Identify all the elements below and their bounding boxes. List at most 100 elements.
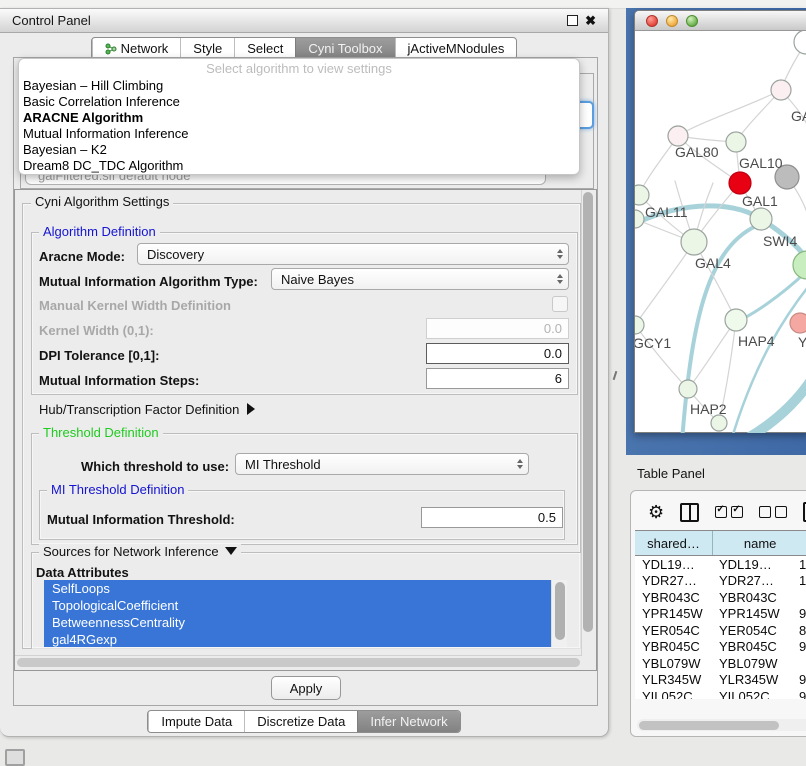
aracne-mode-combo[interactable]: Discovery bbox=[137, 243, 569, 265]
cell-name: YBL079W bbox=[715, 656, 793, 671]
algorithm-option[interactable]: ARACNE Algorithm bbox=[19, 110, 579, 126]
mi-steps-value: 6 bbox=[555, 371, 562, 386]
expand-right-icon[interactable] bbox=[247, 403, 255, 415]
scrollbar-thumb[interactable] bbox=[583, 192, 593, 632]
algorithm-option[interactable]: Bayesian – K2 bbox=[19, 142, 579, 158]
network-node[interactable] bbox=[726, 132, 746, 152]
mi-threshold-value: 0.5 bbox=[538, 510, 556, 525]
bottom-tab[interactable]: Impute Data bbox=[148, 711, 244, 732]
deselect-all-icon[interactable] bbox=[759, 506, 787, 518]
network-node[interactable] bbox=[771, 80, 791, 100]
network-node[interactable] bbox=[794, 31, 806, 54]
network-edge[interactable] bbox=[635, 242, 694, 325]
mi-threshold-label: Mutual Information Threshold: bbox=[47, 512, 235, 527]
close-icon[interactable]: ✖ bbox=[585, 14, 596, 27]
dpi-tolerance-field[interactable]: 0.0 bbox=[426, 343, 569, 364]
which-threshold-label: Which threshold to use: bbox=[81, 459, 229, 474]
zoom-traffic-light[interactable] bbox=[686, 15, 698, 27]
settings-vertical-scrollbar[interactable] bbox=[581, 190, 596, 656]
network-canvas[interactable]: GALGAL80GAL10GAL1GAL11SWI4GAL4GCY1HAP4YH… bbox=[635, 31, 806, 433]
table-row[interactable]: YBR043C YBR043C bbox=[635, 589, 806, 606]
network-node-label: GCY1 bbox=[635, 335, 671, 351]
hub-definition-toggle[interactable]: Hub/Transcription Factor Definition bbox=[39, 402, 255, 417]
mi-type-combo[interactable]: Naive Bayes bbox=[271, 268, 569, 290]
algorithm-option[interactable]: Basic Correlation Inference bbox=[19, 94, 579, 110]
columns-icon[interactable] bbox=[680, 503, 699, 522]
scrollbar-thumb[interactable] bbox=[639, 721, 779, 730]
apply-button-label: Apply bbox=[290, 681, 323, 696]
aracne-mode-label: Aracne Mode: bbox=[39, 249, 125, 264]
network-node[interactable] bbox=[729, 172, 751, 194]
network-node[interactable] bbox=[635, 185, 649, 205]
gear-icon[interactable]: ⚙ bbox=[648, 505, 664, 519]
cell-shared-name: YBR045C bbox=[635, 639, 715, 654]
sources-toggle[interactable]: Sources for Network Inference bbox=[39, 544, 241, 559]
close-traffic-light[interactable] bbox=[646, 15, 658, 27]
scrollbar-thumb[interactable] bbox=[17, 658, 580, 667]
attribute-item[interactable]: BetweennessCentrality bbox=[44, 614, 551, 631]
bottom-tab[interactable]: Infer Network bbox=[357, 711, 459, 732]
cell-value: 9 bbox=[793, 689, 806, 699]
mi-threshold-field[interactable]: 0.5 bbox=[421, 507, 563, 528]
bottom-tab[interactable]: Discretize Data bbox=[244, 711, 357, 732]
algorithm-option[interactable]: Bayesian – Hill Climbing bbox=[19, 78, 579, 94]
network-svg[interactable]: GALGAL80GAL10GAL1GAL11SWI4GAL4GCY1HAP4YH… bbox=[635, 31, 806, 433]
tab[interactable]: Style bbox=[180, 38, 234, 59]
algorithm-option[interactable]: Dream8 DC_TDC Algorithm bbox=[19, 158, 579, 174]
cell-shared-name: YDL19… bbox=[635, 557, 715, 572]
tab[interactable]: Select bbox=[234, 38, 295, 59]
network-node-label: Y bbox=[798, 334, 806, 350]
apply-button[interactable]: Apply bbox=[271, 676, 341, 700]
control-panel-titlebar[interactable]: Control Panel ✖ bbox=[0, 9, 608, 33]
minimize-traffic-light[interactable] bbox=[666, 15, 678, 27]
attributes-scrollbar[interactable] bbox=[551, 580, 567, 647]
network-view-window: GALGAL80GAL10GAL1GAL11SWI4GAL4GCY1HAP4YH… bbox=[634, 10, 806, 433]
mi-steps-field[interactable]: 6 bbox=[426, 368, 569, 389]
network-node[interactable] bbox=[790, 313, 806, 333]
network-window-titlebar[interactable] bbox=[635, 11, 806, 31]
attribute-item[interactable]: SelfLoops bbox=[44, 580, 551, 597]
table-row[interactable]: YDR27… YDR27… 12 bbox=[635, 573, 806, 590]
float-panel-icon[interactable] bbox=[567, 15, 578, 26]
table-header-cell[interactable]: shared… bbox=[635, 531, 713, 555]
table-row[interactable]: YDL19… YDL19… 13 bbox=[635, 556, 806, 573]
network-node[interactable] bbox=[750, 208, 772, 230]
settings-horizontal-scrollbar[interactable] bbox=[15, 655, 582, 670]
tab[interactable]: Network bbox=[92, 38, 181, 59]
attribute-item[interactable]: TopologicalCoefficient bbox=[44, 597, 551, 614]
split-pane-handle[interactable] bbox=[613, 371, 618, 380]
network-node[interactable] bbox=[635, 210, 644, 228]
table-row[interactable]: YBR045C YBR045C 9. bbox=[635, 639, 806, 656]
collapse-down-icon[interactable] bbox=[225, 547, 237, 555]
select-all-icon[interactable] bbox=[715, 506, 743, 518]
network-node[interactable] bbox=[793, 251, 806, 279]
network-node[interactable] bbox=[679, 380, 697, 398]
network-node[interactable] bbox=[635, 316, 644, 334]
table-header-cell[interactable]: name bbox=[713, 531, 806, 555]
network-node[interactable] bbox=[725, 309, 747, 331]
network-edge[interactable] bbox=[639, 136, 678, 195]
table-row[interactable]: YLR345W YLR345W 9. bbox=[635, 672, 806, 689]
table-row[interactable]: YPR145W YPR145W 9. bbox=[635, 606, 806, 623]
network-edge[interactable] bbox=[739, 371, 806, 433]
network-edge[interactable] bbox=[731, 283, 806, 433]
network-node[interactable] bbox=[668, 126, 688, 146]
mi-type-value: Naive Bayes bbox=[281, 272, 354, 287]
attribute-item[interactable]: gal4RGexp bbox=[44, 631, 551, 647]
algorithm-option[interactable]: Mutual Information Inference bbox=[19, 126, 579, 142]
tab[interactable]: jActiveMNodules bbox=[395, 38, 517, 59]
which-threshold-combo[interactable]: MI Threshold bbox=[235, 453, 529, 475]
table-row[interactable]: YER054C YER054C 8. bbox=[635, 622, 806, 639]
bottom-tabbar: Impute Data Discretize Data Infer Networ… bbox=[0, 710, 608, 733]
manual-kernel-checkbox[interactable] bbox=[552, 296, 568, 312]
bottom-tab-label: Discretize Data bbox=[257, 714, 345, 729]
network-edge[interactable] bbox=[678, 90, 781, 136]
table-horizontal-scrollbar[interactable] bbox=[637, 719, 806, 731]
minimized-panel-icon[interactable] bbox=[5, 749, 25, 766]
kernel-width-field[interactable]: 0.0 bbox=[426, 318, 569, 339]
network-node[interactable] bbox=[681, 229, 707, 255]
network-node[interactable] bbox=[711, 415, 727, 431]
table-row[interactable]: YBL079W YBL079W bbox=[635, 655, 806, 672]
table-row[interactable]: YIL052C YIL052C 9 bbox=[635, 688, 806, 699]
tab[interactable]: Cyni Toolbox bbox=[295, 38, 394, 59]
